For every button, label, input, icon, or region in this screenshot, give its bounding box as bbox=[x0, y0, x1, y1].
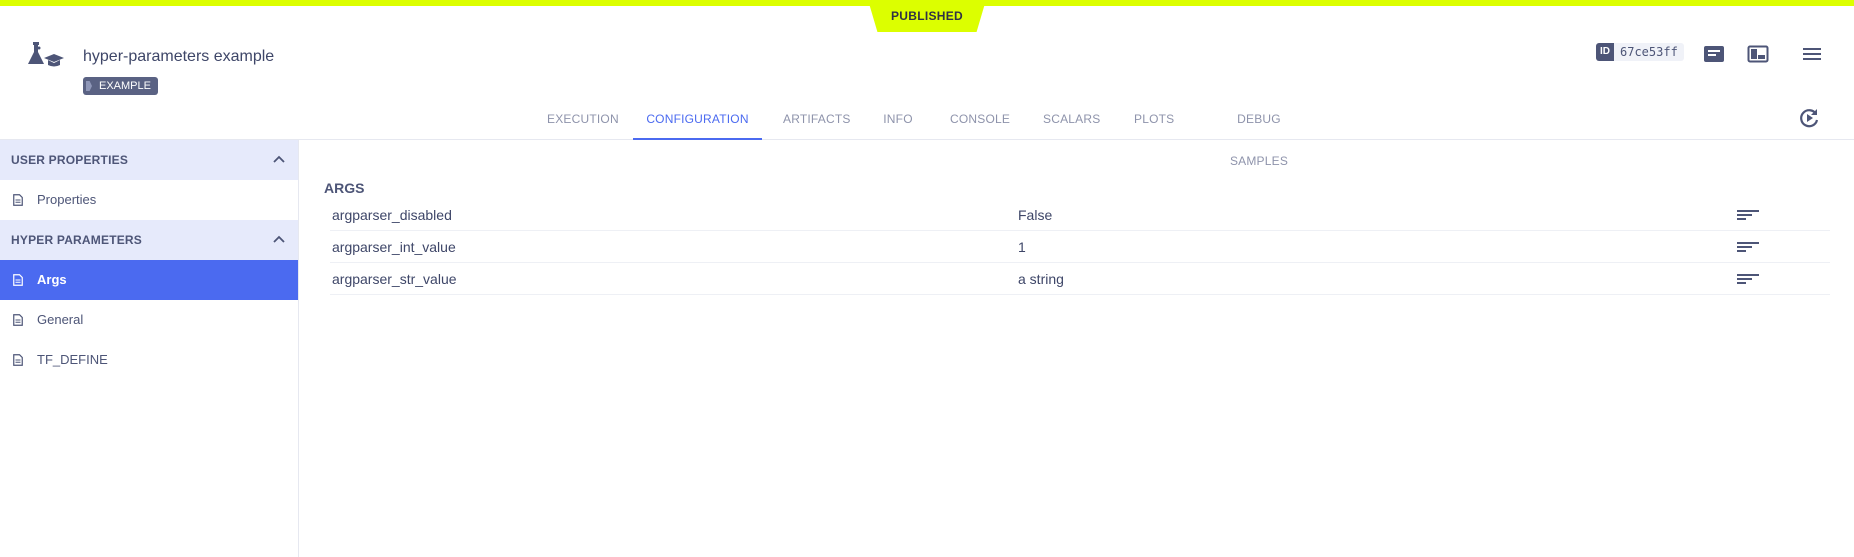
tab-configuration[interactable]: CONFIGURATION bbox=[633, 98, 762, 140]
task-title: hyper-parameters example bbox=[83, 48, 275, 65]
tab-execution[interactable]: EXECUTION bbox=[547, 98, 619, 140]
task-tabs: EXECUTION CONFIGURATION ARTIFACTS INFO C… bbox=[0, 98, 1854, 168]
sidebar-item-args[interactable]: Args bbox=[0, 260, 298, 300]
section-title: USER PROPERTIES bbox=[11, 153, 129, 167]
description-lines-icon[interactable] bbox=[1737, 209, 1759, 221]
chevron-up-icon[interactable] bbox=[272, 152, 286, 166]
description-lines-icon[interactable] bbox=[1737, 273, 1759, 285]
sidebar-item-label: General bbox=[37, 312, 84, 327]
param-row: argparser_disabled False bbox=[330, 199, 1830, 231]
config-sidebar: USER PROPERTIES Properties HYPER PARAMET… bbox=[0, 140, 299, 557]
param-key: argparser_disabled bbox=[332, 207, 452, 223]
tab-info[interactable]: INFO bbox=[883, 98, 913, 140]
sidebar-item-general[interactable]: General bbox=[0, 300, 298, 340]
task-id-badge[interactable]: ID 67ce53ff bbox=[1596, 43, 1684, 61]
hamburger-menu-icon[interactable] bbox=[1800, 44, 1824, 64]
document-icon bbox=[13, 194, 23, 206]
sidebar-item-tf-define[interactable]: TF_DEFINE bbox=[0, 340, 298, 380]
layout-toggle-icon[interactable] bbox=[1746, 44, 1770, 64]
param-value: a string bbox=[1018, 271, 1064, 287]
id-label: ID bbox=[1596, 43, 1614, 61]
param-value: 1 bbox=[1018, 239, 1026, 255]
tab-console[interactable]: CONSOLE bbox=[950, 98, 1010, 140]
chevron-up-icon[interactable] bbox=[272, 232, 286, 246]
param-key: argparser_str_value bbox=[332, 271, 457, 287]
document-icon bbox=[13, 354, 23, 366]
tab-debug-samples[interactable]: DEBUG SAMPLES bbox=[1211, 98, 1307, 168]
tab-scalars[interactable]: SCALARS bbox=[1043, 98, 1100, 140]
section-title: HYPER PARAMETERS bbox=[11, 233, 142, 247]
param-row: argparser_str_value a string bbox=[330, 263, 1830, 295]
param-key: argparser_int_value bbox=[332, 239, 456, 255]
document-icon bbox=[13, 314, 23, 326]
id-value: 67ce53ff bbox=[1614, 43, 1684, 61]
details-panel-icon[interactable] bbox=[1702, 44, 1726, 64]
param-row: argparser_int_value 1 bbox=[330, 231, 1830, 263]
config-panel: ARGS argparser_disabled False argparser_… bbox=[300, 140, 1854, 557]
sidebar-item-properties[interactable]: Properties bbox=[0, 180, 298, 220]
sidebar-item-label: Args bbox=[37, 272, 67, 287]
description-lines-icon[interactable] bbox=[1737, 241, 1759, 253]
tab-artifacts[interactable]: ARTIFACTS bbox=[783, 98, 850, 140]
tab-plots[interactable]: PLOTS bbox=[1134, 98, 1174, 140]
section-title-args: ARGS bbox=[324, 180, 365, 196]
sidebar-item-label: TF_DEFINE bbox=[37, 352, 108, 367]
section-hyper-parameters[interactable]: HYPER PARAMETERS bbox=[0, 220, 298, 260]
section-user-properties[interactable]: USER PROPERTIES bbox=[0, 140, 298, 180]
example-tag: EXAMPLE bbox=[83, 77, 158, 95]
param-value: False bbox=[1018, 207, 1053, 223]
experiment-flask-icon bbox=[28, 42, 64, 67]
document-icon bbox=[13, 274, 23, 286]
auto-refresh-icon[interactable] bbox=[1797, 106, 1821, 130]
sidebar-item-label: Properties bbox=[37, 192, 97, 207]
